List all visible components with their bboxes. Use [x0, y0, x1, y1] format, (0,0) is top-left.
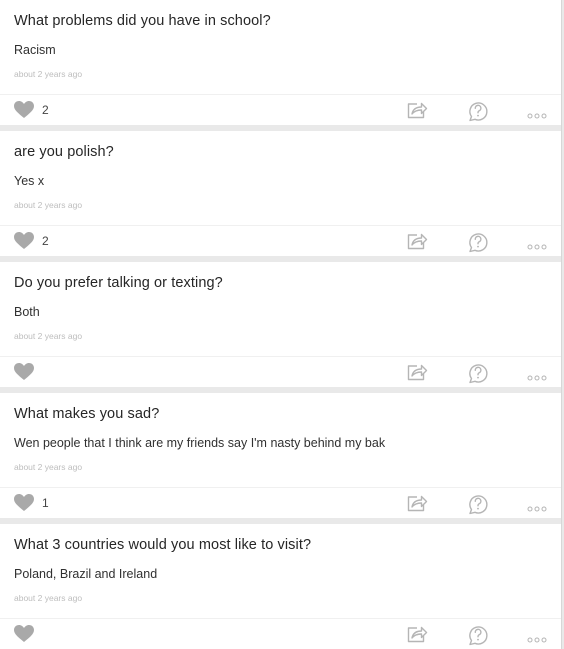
share-button[interactable]: [406, 362, 428, 387]
action-bar: 2: [0, 225, 561, 256]
ask-question-icon: [469, 364, 488, 384]
heart-icon: [14, 101, 34, 118]
more-button[interactable]: [527, 499, 547, 517]
timestamp: about 2 years ago: [14, 593, 83, 603]
more-options-icon: [527, 506, 547, 512]
answer-card: What problems did you have in school? Ra…: [0, 0, 561, 125]
more-button[interactable]: [527, 630, 547, 648]
like-count: 2: [42, 102, 49, 117]
share-icon: [407, 626, 428, 643]
share-button[interactable]: [406, 231, 428, 256]
like-button[interactable]: [14, 625, 42, 642]
share-icon: [407, 233, 428, 250]
timestamp: about 2 years ago: [14, 200, 83, 210]
like-button[interactable]: 2: [14, 101, 49, 118]
more-options-icon: [527, 375, 547, 381]
like-count: 2: [42, 233, 49, 248]
ask-button[interactable]: [467, 100, 489, 125]
ask-question-icon: [469, 233, 488, 253]
more-button[interactable]: [527, 237, 547, 255]
ask-question-icon: [469, 102, 488, 122]
ask-button[interactable]: [467, 231, 489, 256]
answer-text: Both: [14, 305, 40, 319]
ask-button[interactable]: [467, 493, 489, 518]
answer-card: Do you prefer talking or texting? Both a…: [0, 262, 561, 387]
like-count: 1: [42, 495, 49, 510]
more-button[interactable]: [527, 106, 547, 124]
question-text: What makes you sad?: [14, 406, 160, 422]
action-bar: 1: [0, 487, 561, 518]
timestamp: about 2 years ago: [14, 69, 83, 79]
answer-text: Racism: [14, 43, 56, 57]
share-icon: [407, 495, 428, 512]
action-bar: [0, 618, 561, 649]
heart-icon: [14, 625, 34, 642]
question-text: What 3 countries would you most like to …: [14, 537, 312, 553]
share-button[interactable]: [406, 493, 428, 518]
share-button[interactable]: [406, 100, 428, 125]
more-options-icon: [527, 637, 547, 643]
question-text: Do you prefer talking or texting?: [14, 275, 223, 291]
answer-text: Wen people that I think are my friends s…: [14, 436, 386, 450]
answer-text: Poland, Brazil and Ireland: [14, 567, 158, 581]
question-text: What problems did you have in school?: [14, 13, 271, 29]
share-icon: [407, 102, 428, 119]
share-icon: [407, 364, 428, 381]
question-text: are you polish?: [14, 144, 114, 160]
like-button[interactable]: 2: [14, 232, 49, 249]
ask-question-icon: [469, 626, 488, 646]
like-button[interactable]: [14, 363, 42, 380]
action-bar: [0, 356, 561, 387]
ask-question-icon: [469, 495, 488, 515]
timestamp: about 2 years ago: [14, 462, 83, 472]
share-button[interactable]: [406, 624, 428, 649]
timestamp: about 2 years ago: [14, 331, 83, 341]
answers-feed: What problems did you have in school? Ra…: [0, 0, 562, 649]
heart-icon: [14, 232, 34, 249]
ask-button[interactable]: [467, 624, 489, 649]
heart-icon: [14, 363, 34, 380]
more-options-icon: [527, 244, 547, 250]
ask-button[interactable]: [467, 362, 489, 387]
like-button[interactable]: 1: [14, 494, 49, 511]
answer-card: What makes you sad? Wen people that I th…: [0, 393, 561, 518]
answer-card: What 3 countries would you most like to …: [0, 524, 561, 649]
more-button[interactable]: [527, 368, 547, 386]
more-options-icon: [527, 113, 547, 119]
answer-card: are you polish? Yes x about 2 years ago …: [0, 131, 561, 256]
answer-text: Yes x: [14, 174, 45, 188]
action-bar: 2: [0, 94, 561, 125]
heart-icon: [14, 494, 34, 511]
